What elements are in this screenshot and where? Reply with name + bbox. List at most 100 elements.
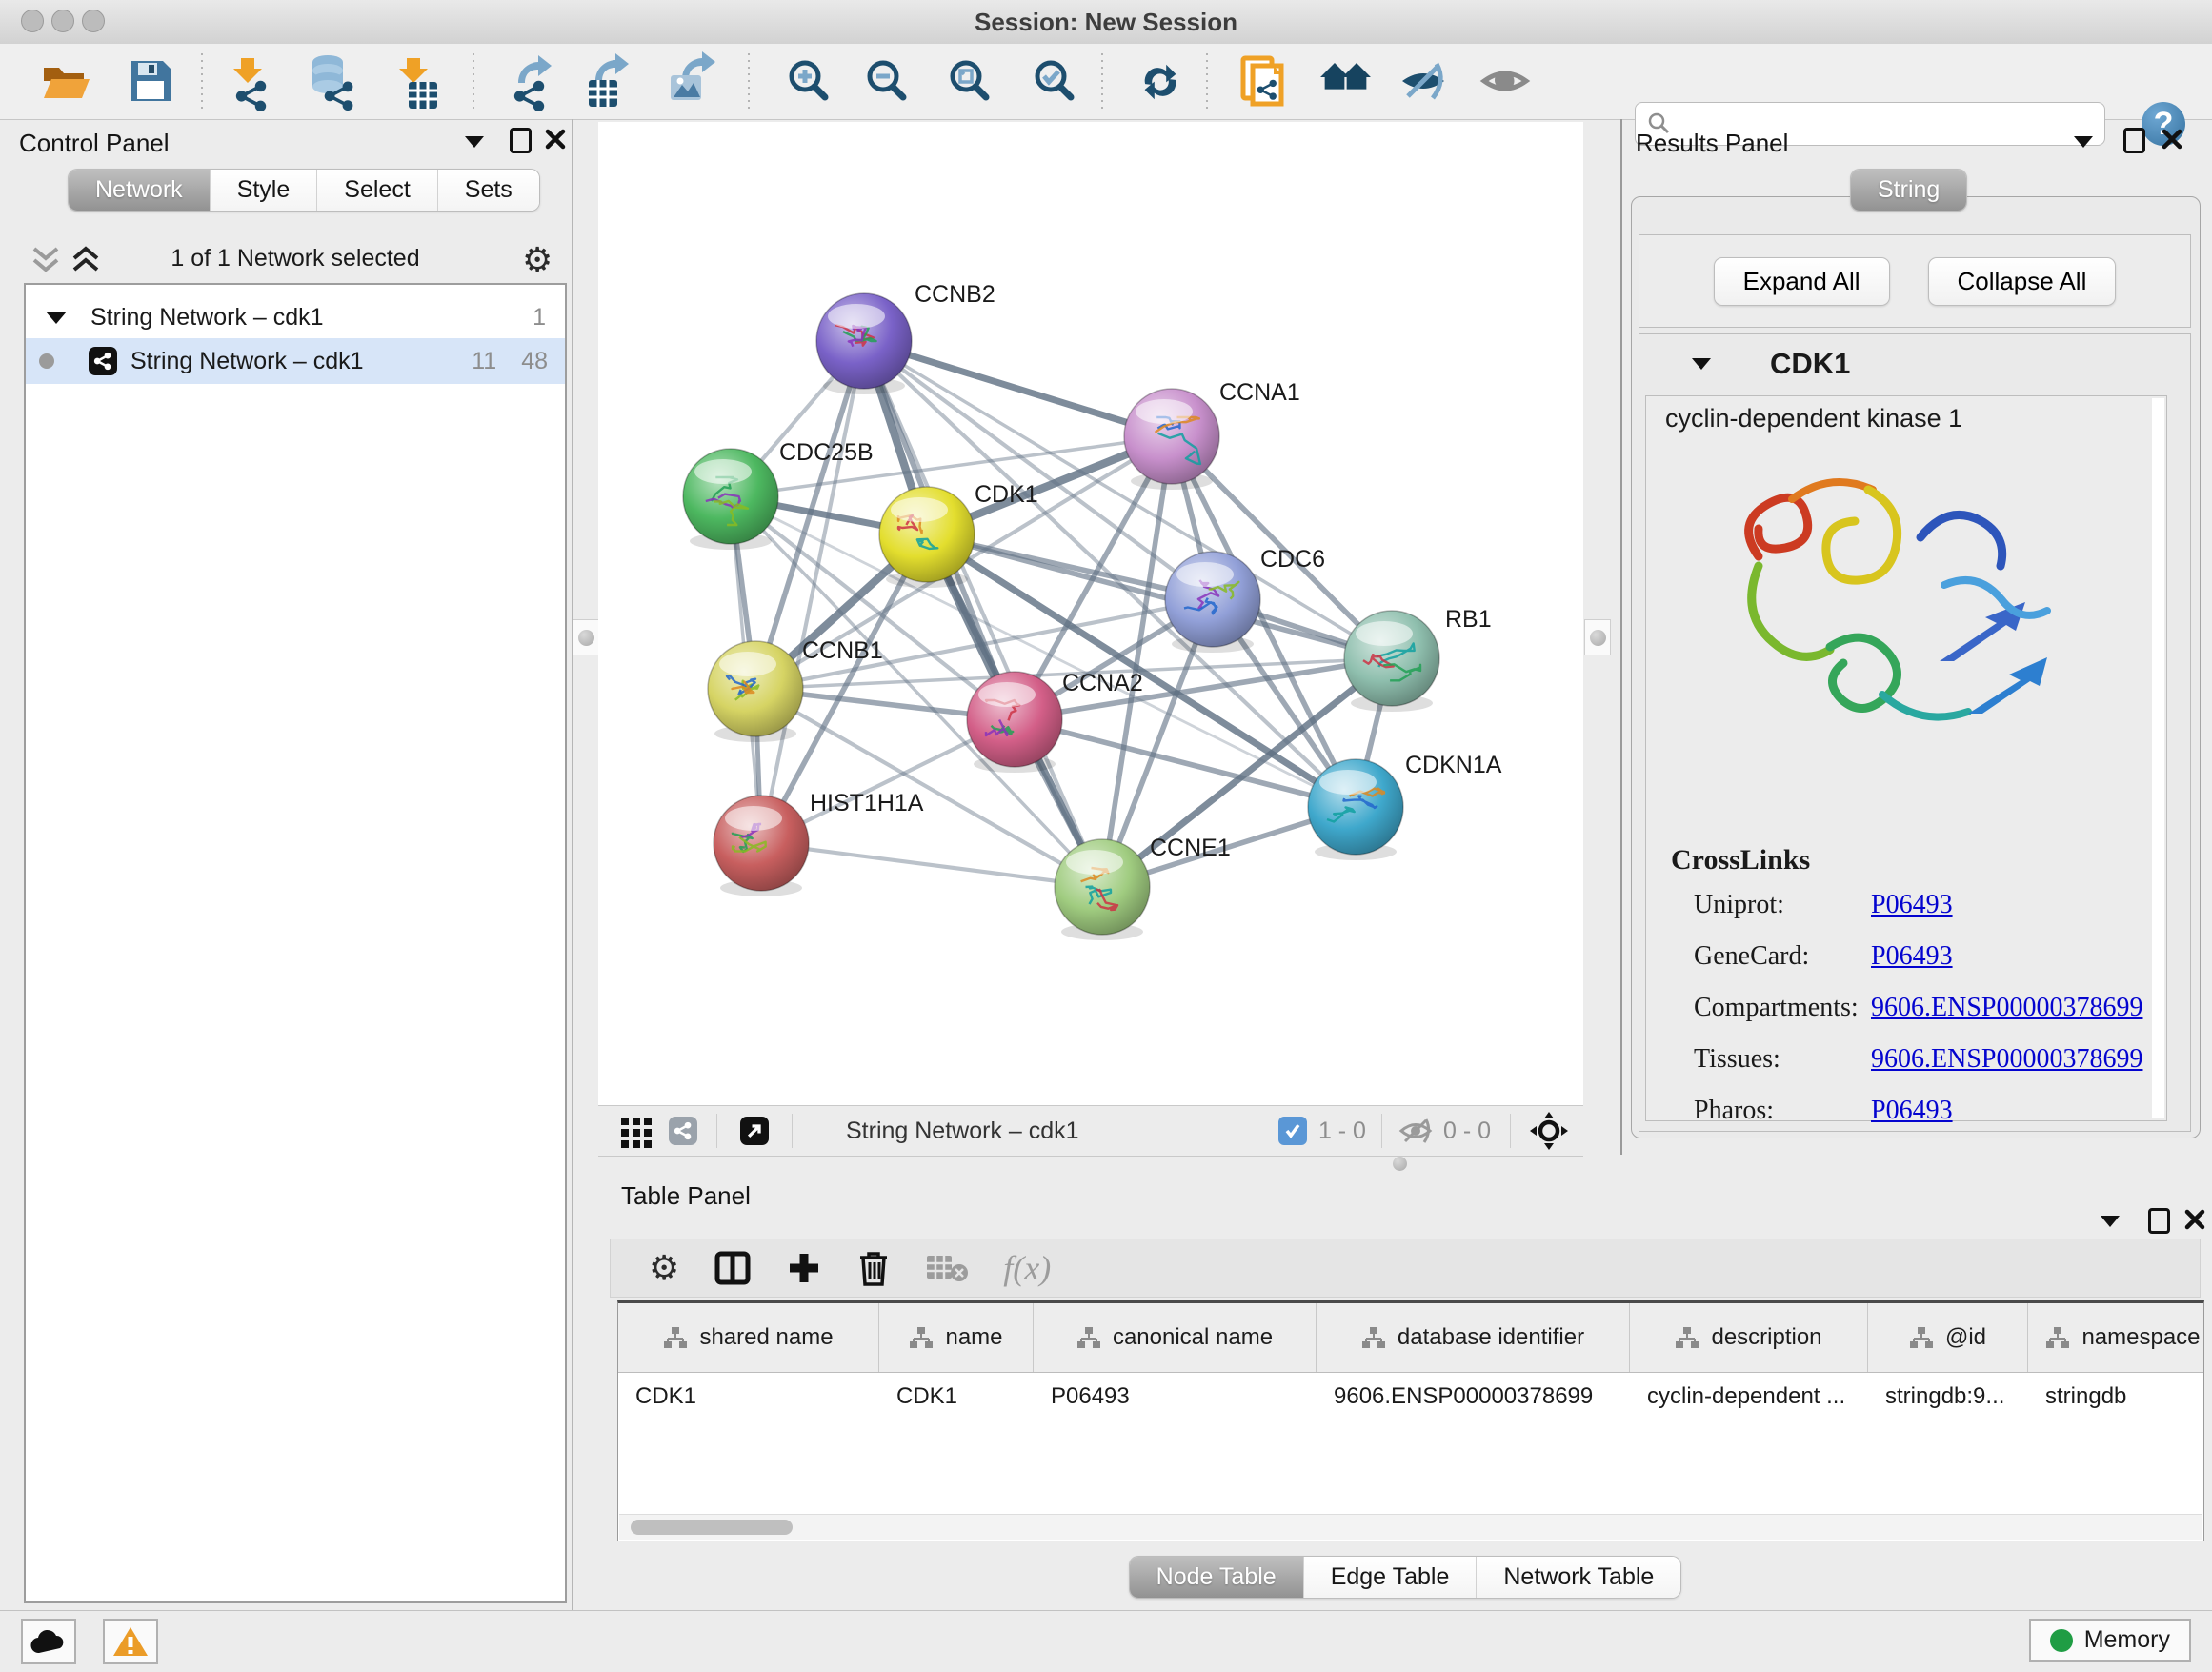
show-columns-icon[interactable] [714,1249,752,1287]
tab-network-table[interactable]: Network Table [1476,1557,1680,1598]
table-panel-menu-icon[interactable] [2101,1216,2120,1227]
results-panel-float-icon[interactable] [2123,128,2145,153]
node-label-CCNA1: CCNA1 [1219,379,1300,406]
collection-disclosure-icon[interactable] [45,310,68,325]
network-node-CCNA2[interactable] [967,672,1062,767]
warnings-button[interactable] [103,1619,158,1664]
crosslink-value-link[interactable]: P06493 [1871,890,1953,920]
results-scrollbar-track[interactable] [2152,398,2164,1118]
network-node-CCNB2[interactable] [816,293,912,389]
grid-view-icon[interactable] [619,1114,654,1148]
network-node-CDKN1A[interactable] [1308,759,1403,855]
results-tab-string[interactable]: String [1851,170,1966,211]
horizontal-splitter-handle[interactable] [1393,1157,1407,1171]
zoom-out-icon[interactable] [870,63,903,97]
table-hscrollbar[interactable] [619,1514,2202,1540]
network-row[interactable]: String Network – cdk1 11 48 [26,338,565,384]
network-node-CCNB1[interactable] [708,641,803,736]
cloud-status-button[interactable] [21,1619,76,1664]
table-cell[interactable]: 9606.ENSP00000378699 [1317,1383,1630,1410]
network-node-HIST1H1A[interactable] [714,796,809,891]
table-panel-float-icon[interactable] [2148,1208,2170,1234]
column-header-id[interactable]: @id [1868,1303,2028,1372]
expand-all-tree-icon[interactable] [69,243,103,277]
left-splitter-handle[interactable] [573,619,599,655]
table-cell[interactable]: stringdb:9... [1868,1383,2028,1410]
tab-select[interactable]: Select [316,170,436,211]
clone-network-icon[interactable] [1243,58,1281,104]
table-cell[interactable]: CDK1 [879,1383,1034,1410]
column-header-name[interactable]: name [879,1303,1034,1372]
export-image-icon[interactable] [671,51,715,100]
crosslink-value-link[interactable]: P06493 [1871,1096,1953,1126]
table-cell[interactable]: cyclin-dependent ... [1630,1383,1868,1410]
column-header-canonical-name[interactable]: canonical name [1034,1303,1317,1372]
show-all-icon[interactable] [1484,71,1526,89]
tab-edge-table[interactable]: Edge Table [1303,1557,1477,1598]
function-builder-icon[interactable]: f(x) [1003,1248,1051,1288]
crosslink-value-link[interactable]: 9606.ENSP00000378699 [1871,1044,2142,1075]
collapse-all-button[interactable]: Collapse All [1928,257,2117,306]
selected-checkbox-icon[interactable] [1278,1117,1307,1145]
network-node-RB1[interactable] [1344,611,1439,706]
network-node-CCNE1[interactable] [1055,839,1150,935]
apply-layout-refresh-icon[interactable] [1145,65,1176,100]
first-neighbors-icon[interactable] [1320,63,1371,90]
table-cell[interactable]: CDK1 [618,1383,879,1410]
column-header-namespace[interactable]: namespace [2028,1303,2204,1372]
table-options-gear-icon[interactable]: ⚙ [649,1251,679,1285]
network-view-icon[interactable] [669,1117,697,1145]
crosslink-value-link[interactable]: 9606.ENSP00000378699 [1871,993,2142,1023]
column-header-shared-name[interactable]: shared name [618,1303,879,1372]
column-header-database-identifier[interactable]: database identifier [1317,1303,1630,1372]
table-row[interactable]: CDK1CDK1P064939606.ENSP00000378699cyclin… [618,1373,2203,1420]
table-cell[interactable]: stringdb [2028,1383,2204,1410]
network-options-gear-icon[interactable]: ⚙ [522,243,553,277]
export-table-icon[interactable] [589,53,629,107]
network-node-CCNA1[interactable] [1124,389,1219,484]
network-collection-row[interactable]: String Network – cdk1 1 [26,296,565,338]
tab-node-table[interactable]: Node Table [1130,1557,1303,1598]
delete-table-icon[interactable] [925,1252,969,1284]
control-panel-float-icon[interactable] [510,128,532,153]
table-panel-close-icon[interactable] [2184,1209,2205,1230]
zoom-in-icon[interactable] [792,63,825,97]
gene-section-header[interactable]: CDK1 [1639,334,2190,393]
network-node-CDC25B[interactable] [683,449,778,544]
birds-eye-toggle-icon[interactable] [1528,1110,1570,1152]
tab-string[interactable]: String [1851,170,1966,211]
control-panel-menu-icon[interactable] [465,136,484,148]
network-node-CDK1[interactable] [879,487,975,582]
open-session-icon[interactable] [44,68,90,98]
export-network-icon[interactable] [514,55,552,111]
results-panel-close-icon[interactable] [2162,129,2182,150]
open-in-new-view-icon[interactable] [740,1117,769,1145]
network-canvas[interactable]: CCNB2CCNA1CDC25BCDK1CDC6RB1CCNB1CCNA2CDK… [598,122,1583,1105]
network-edge[interactable] [761,341,864,843]
gene-disclosure-icon[interactable] [1692,358,1711,370]
collapse-all-icon[interactable] [29,243,63,277]
right-splitter-handle[interactable] [1584,619,1611,655]
import-network-from-database-icon[interactable] [312,55,352,111]
zoom-fit-icon[interactable] [953,63,986,97]
control-panel-close-icon[interactable] [545,129,566,150]
column-header-description[interactable]: description [1630,1303,1868,1372]
crosslink-value-link[interactable]: P06493 [1871,941,1953,972]
zoom-selected-icon[interactable] [1037,63,1071,97]
memory-button[interactable]: Memory [2029,1619,2191,1662]
tab-style[interactable]: Style [210,170,317,211]
save-session-icon[interactable] [131,61,171,101]
network-node-CDC6[interactable] [1165,552,1260,647]
tab-sets[interactable]: Sets [437,170,539,211]
table-cell[interactable]: P06493 [1034,1383,1317,1410]
delete-column-trash-icon[interactable] [856,1249,891,1287]
tab-network[interactable]: Network [69,170,210,211]
expand-all-button[interactable]: Expand All [1714,257,1890,306]
create-column-plus-icon[interactable] [786,1250,822,1286]
results-panel-menu-icon[interactable] [2074,136,2093,148]
table-hscrollbar-thumb[interactable] [631,1520,793,1535]
hide-selected-icon[interactable] [1402,64,1444,98]
import-table-from-file-icon[interactable] [399,58,437,109]
import-network-from-file-icon[interactable] [233,58,266,111]
network-edge[interactable] [761,843,1102,887]
